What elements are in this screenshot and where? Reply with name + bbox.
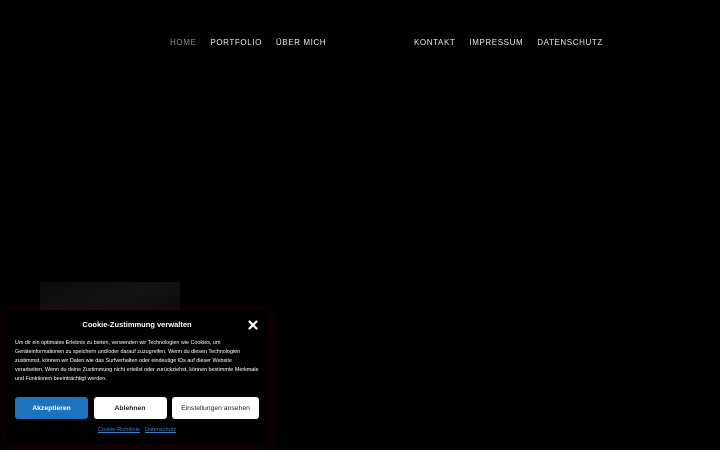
nav-item-datenschutz[interactable]: DATENSCHUTZ — [537, 38, 603, 48]
privacy-link[interactable]: Datenschutz — [145, 427, 176, 433]
cookie-banner-links: Cookie-Richtlinie Datenschutz — [6, 427, 268, 433]
main-nav-right: KONTAKT IMPRESSUM DATENSCHUTZ — [414, 38, 603, 48]
nav-item-kontakt[interactable]: KONTAKT — [414, 38, 455, 48]
nav-item-portfolio[interactable]: PORTFOLIO — [210, 38, 261, 48]
main-nav-left: HOME PORTFOLIO ÜBER MICH — [170, 38, 326, 48]
cookie-banner-title: Cookie-Zustimmung verwalten — [82, 320, 192, 329]
accept-button[interactable]: Akzeptieren — [15, 397, 88, 419]
deny-button[interactable]: Ablehnen — [93, 397, 167, 419]
cookie-policy-link[interactable]: Cookie-Richtlinie — [98, 427, 140, 433]
cookie-consent-banner: Cookie-Zustimmung verwalten Um dir ein o… — [6, 310, 268, 444]
cookie-button-row: Akzeptieren Ablehnen Einstellungen anseh… — [15, 397, 259, 419]
close-icon[interactable] — [247, 318, 259, 330]
nav-item-impressum[interactable]: IMPRESSUM — [469, 38, 523, 48]
page: HOME PORTFOLIO ÜBER MICH KONTAKT IMPRESS… — [0, 0, 720, 450]
nav-item-home[interactable]: HOME — [170, 38, 196, 48]
nav-item-ueber-mich[interactable]: ÜBER MICH — [276, 38, 326, 48]
view-settings-button[interactable]: Einstellungen ansehen — [172, 397, 259, 419]
cookie-banner-text: Um dir ein optimales Erlebnis zu bieten,… — [15, 340, 259, 382]
